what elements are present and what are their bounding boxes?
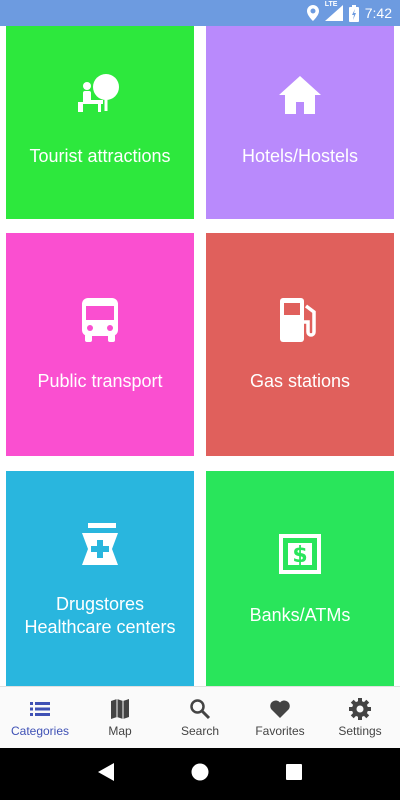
back-button[interactable] <box>98 762 115 786</box>
map-icon <box>111 699 129 719</box>
system-navigation-bar <box>0 748 400 800</box>
battery-icon <box>348 4 359 22</box>
category-gas-stations[interactable]: Gas stations <box>206 233 394 456</box>
category-label: Gas stations <box>249 371 351 391</box>
bus-icon <box>76 296 124 344</box>
bottom-navigation: Categories Map Search Favorites Settings <box>0 686 400 748</box>
nav-search[interactable]: Search <box>160 687 240 748</box>
category-label: Drugstores Healthcare centers <box>24 593 176 637</box>
cell-signal-icon: LTE <box>324 1 343 21</box>
list-icon <box>30 702 50 716</box>
nav-label: Settings <box>338 724 382 738</box>
dollar-icon: $ <box>276 530 324 578</box>
category-label: Banks/ATMs <box>249 605 351 625</box>
category-label: Hotels/Hostels <box>241 146 359 166</box>
status-bar: LTE 7:42 <box>0 0 400 26</box>
home-icon <box>276 71 324 119</box>
gear-icon <box>349 698 371 720</box>
tourist-attraction-icon <box>76 71 124 119</box>
nav-label: Categories <box>10 724 70 738</box>
pharmacy-icon <box>76 519 124 567</box>
recents-button[interactable] <box>285 763 302 785</box>
category-hotels-hostels[interactable]: Hotels/Hostels <box>206 26 394 219</box>
gas-station-icon <box>276 296 324 344</box>
category-drugstores-healthcare[interactable]: Drugstores Healthcare centers <box>6 471 194 686</box>
heart-icon <box>270 700 290 718</box>
search-icon <box>190 699 211 720</box>
category-banks-atms[interactable]: $ Banks/ATMs <box>206 471 394 686</box>
category-tourist-attractions[interactable]: Tourist attractions <box>6 26 194 219</box>
nav-favorites[interactable]: Favorites <box>240 687 320 748</box>
category-grid: Tourist attractions Hotels/Hostels Publi… <box>0 26 400 686</box>
nav-label: Favorites <box>255 724 305 738</box>
nav-categories[interactable]: Categories <box>0 687 80 748</box>
category-label: Public transport <box>37 371 163 391</box>
clock: 7:42 <box>364 5 392 21</box>
category-label: Tourist attractions <box>29 146 171 166</box>
nav-label: Map <box>108 724 132 738</box>
category-public-transport[interactable]: Public transport <box>6 233 194 456</box>
svg-text:$: $ <box>292 543 307 568</box>
location-icon <box>306 5 319 21</box>
nav-label: Search <box>180 724 220 738</box>
nav-settings[interactable]: Settings <box>320 687 400 748</box>
home-button[interactable] <box>191 763 209 786</box>
network-type: LTE <box>324 1 338 8</box>
nav-map[interactable]: Map <box>80 687 160 748</box>
